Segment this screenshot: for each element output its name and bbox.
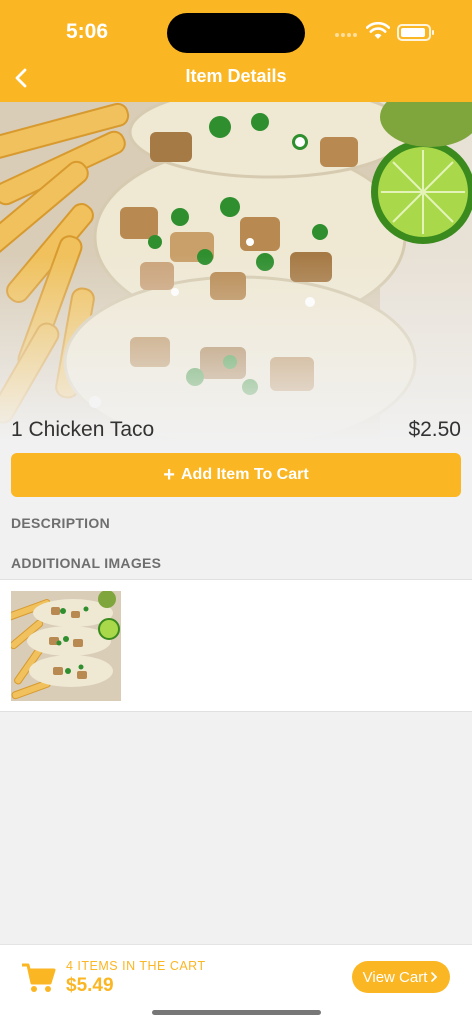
battery-icon — [397, 24, 434, 41]
cart-item-count: 4 ITEMS IN THE CART — [66, 959, 206, 973]
description-heading: DESCRIPTION — [11, 515, 110, 531]
page-title: Item Details — [185, 66, 287, 86]
home-indicator[interactable] — [152, 1010, 321, 1015]
view-cart-label: View Cart — [362, 968, 428, 986]
additional-images-heading: ADDITIONAL IMAGES — [11, 555, 162, 571]
additional-image-thumbnail[interactable] — [11, 591, 121, 701]
status-time: 5:06 — [66, 20, 109, 43]
shopping-cart-icon[interactable] — [20, 961, 56, 993]
view-cart-button[interactable]: View Cart — [352, 961, 450, 993]
wifi-icon — [366, 22, 390, 39]
additional-images-list — [0, 579, 472, 712]
item-name: 1 Chicken Taco — [11, 418, 155, 441]
cart-total: $5.49 — [66, 975, 114, 996]
chevron-right-icon — [431, 972, 438, 982]
add-item-to-cart-label: Add Item To Cart — [180, 466, 309, 483]
item-hero-image — [0, 102, 472, 442]
plus-icon: + — [163, 464, 175, 486]
item-price: $2.50 — [408, 418, 461, 441]
dynamic-island — [167, 13, 305, 53]
add-item-to-cart-button[interactable]: + Add Item To Cart — [11, 453, 461, 497]
navigation-header: 5:06 Item Details — [0, 0, 472, 102]
item-summary-row: 1 Chicken Taco $2.50 — [11, 418, 461, 442]
cellular-signal-icon — [335, 33, 357, 37]
